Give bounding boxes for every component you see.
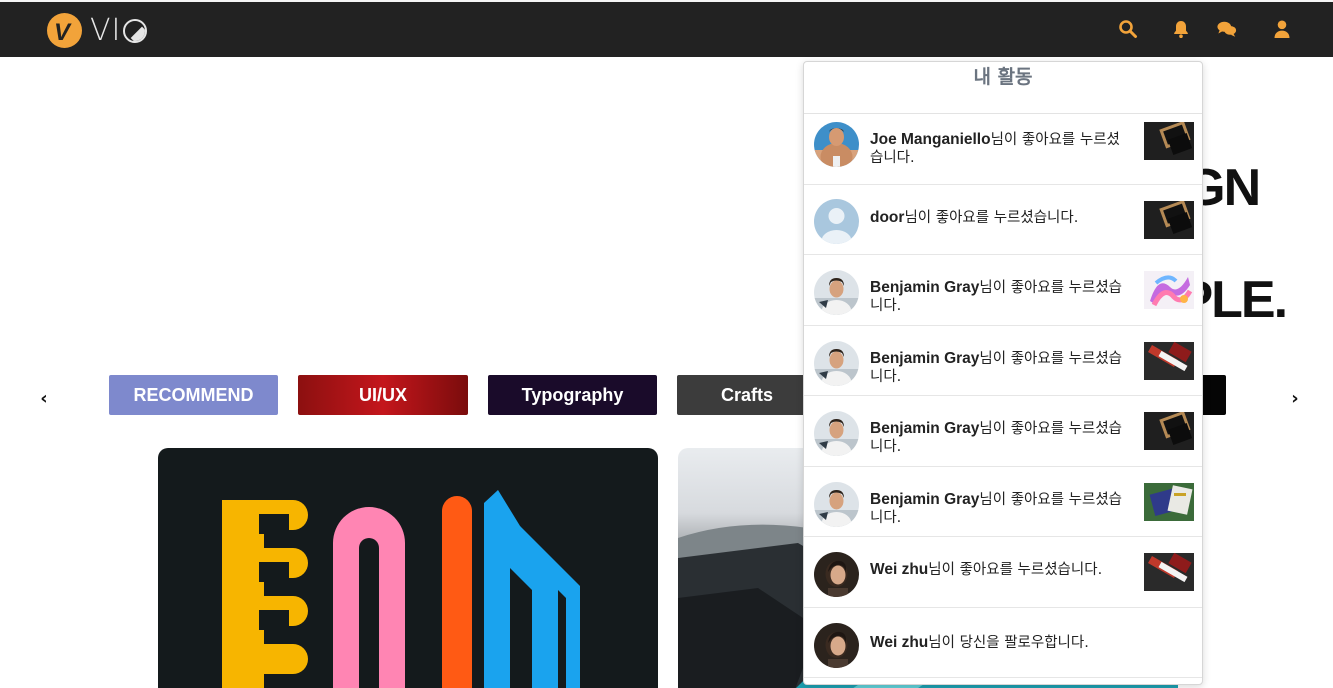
activity-thumbnail[interactable]: [1144, 200, 1194, 239]
logo-badge: V: [47, 12, 82, 48]
avatar[interactable]: [814, 552, 859, 597]
avatar[interactable]: [814, 340, 859, 386]
activity-thumbnail[interactable]: [1144, 482, 1194, 521]
bold-artwork-image: [222, 490, 580, 688]
avatar[interactable]: [814, 198, 859, 244]
avatar[interactable]: [814, 270, 859, 315]
avatar[interactable]: [814, 481, 859, 527]
user-icon[interactable]: [1272, 19, 1294, 41]
logo-wordmark: VI: [90, 13, 148, 48]
activity-item[interactable]: Benjamin Gray님이 좋아요를 누르셨습니다.: [804, 326, 1202, 396]
category-uiux[interactable]: UI/UX: [298, 375, 468, 415]
top-navbar: V VI: [0, 0, 1333, 57]
chat-icon[interactable]: [1217, 19, 1239, 41]
activity-item[interactable]: Wei zhu님이 좋아요를 누르셨습니다.: [804, 537, 1202, 608]
activity-thumbnail[interactable]: [1144, 271, 1194, 309]
avatar[interactable]: [814, 411, 859, 456]
category-recommend[interactable]: RECOMMEND: [109, 375, 278, 415]
search-icon[interactable]: [1118, 19, 1140, 41]
activity-item[interactable]: Wei zhu님이 당신을 팔로우합니다.: [804, 608, 1202, 678]
activity-item[interactable]: door님이 좋아요를 누르셨습니다.: [804, 185, 1202, 255]
carousel-next-button[interactable]: ›: [1286, 388, 1304, 409]
logo-o-mark: [123, 19, 148, 43]
app-root: V VI SIGN R OPLE. ‹ RECOMMEND UI/UX Typo…: [0, 0, 1333, 688]
activity-item[interactable]: Benjamin Gray님이 좋아요를 누르셨습니다.: [804, 396, 1202, 467]
activity-item[interactable]: Benjamin Gray님이 좋아요를 누르셨습니다.: [804, 467, 1202, 537]
activity-thumbnail[interactable]: [1144, 122, 1194, 160]
project-card-bold[interactable]: [158, 448, 658, 688]
avatar[interactable]: [814, 122, 859, 167]
avatar[interactable]: [814, 622, 859, 668]
category-typography[interactable]: Typography: [488, 375, 657, 415]
activity-title: 내 활동: [804, 62, 1202, 114]
activity-thumbnail[interactable]: [1144, 341, 1194, 380]
activity-thumbnail[interactable]: [1144, 412, 1194, 450]
carousel-prev-button[interactable]: ‹: [35, 388, 53, 409]
category-crafts[interactable]: Crafts: [677, 375, 817, 415]
activity-item[interactable]: Joe Manganiello님이 좋아요를 누르셨습니다.: [804, 114, 1202, 185]
logo[interactable]: V VI: [47, 12, 148, 48]
bell-icon[interactable]: [1171, 19, 1193, 41]
activity-item[interactable]: Benjamin Gray님이 좋아요를 누르셨습니다.: [804, 255, 1202, 326]
activity-thumbnail[interactable]: [1144, 553, 1194, 591]
activity-dropdown: 내 활동 Joe Manganiello님이 좋아요를 누르셨습니다. door…: [803, 61, 1203, 685]
